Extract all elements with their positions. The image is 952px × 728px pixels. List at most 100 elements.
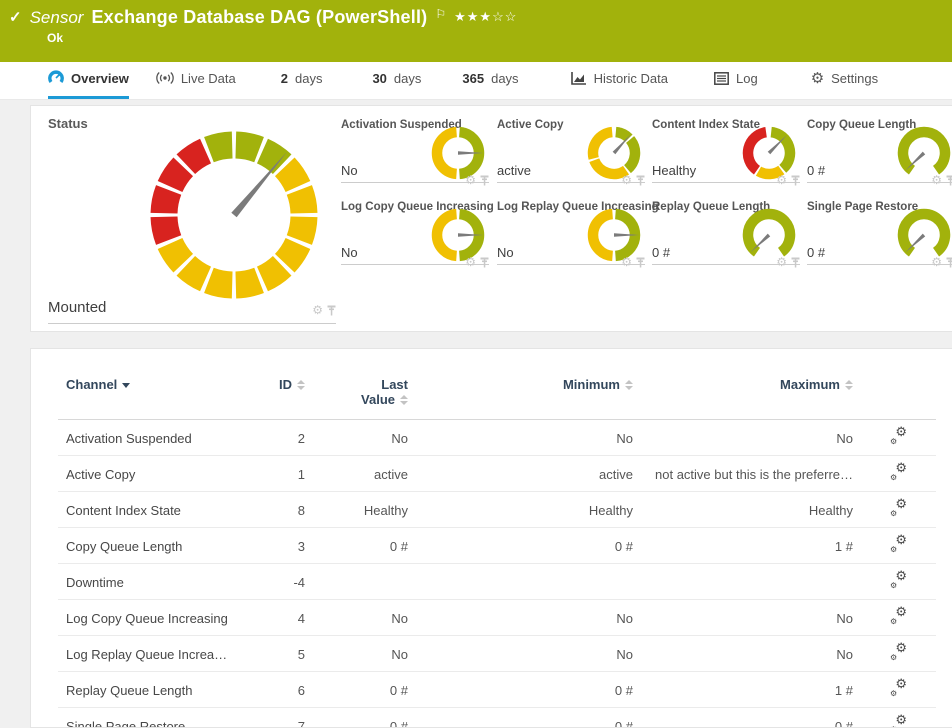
cell-last: Healthy: [313, 492, 416, 528]
channel-settings-icon[interactable]: ⚙⚙: [890, 609, 907, 624]
cell-max: No: [641, 636, 861, 672]
cell-min: 0 #: [416, 528, 641, 564]
cell-min: No: [416, 420, 641, 456]
cell-id: 3: [263, 528, 313, 564]
cell-actions: ⚙⚙: [861, 456, 936, 492]
tab-log[interactable]: Log: [714, 62, 758, 99]
cell-actions: ⚙⚙: [861, 492, 936, 528]
tab-historic-data[interactable]: Historic Data: [571, 62, 668, 99]
cell-id: 8: [263, 492, 313, 528]
table-row: Copy Queue Length30 #0 #1 #⚙⚙: [58, 528, 936, 564]
pin-icon[interactable]: [480, 175, 489, 186]
channel-settings-icon[interactable]: ⚙⚙: [890, 645, 907, 660]
cell-actions: ⚙⚙: [861, 528, 936, 564]
cell-channel[interactable]: Content Index State: [58, 492, 263, 528]
cell-id: 7: [263, 708, 313, 728]
cell-last: active: [313, 456, 416, 492]
tab-live-data[interactable]: Live Data: [156, 62, 236, 99]
pin-icon[interactable]: [946, 257, 952, 268]
gear-icon[interactable]: ⚙: [312, 304, 323, 316]
tile-actions: ⚙: [776, 174, 800, 186]
channel-settings-icon[interactable]: ⚙⚙: [890, 429, 907, 444]
tab-30-days[interactable]: 30days: [372, 62, 421, 99]
cell-last: 0 #: [313, 708, 416, 728]
gear-icon[interactable]: ⚙: [465, 174, 476, 186]
pin-icon[interactable]: [480, 257, 489, 268]
gauge-tile-copy-queue-length: Copy Queue Length0 #⚙: [807, 119, 952, 183]
cell-max: [641, 564, 861, 600]
column-header-id[interactable]: ID: [263, 363, 313, 420]
cell-channel[interactable]: Active Copy: [58, 456, 263, 492]
table-row: Active Copy1activeactivenot active but t…: [58, 456, 936, 492]
gear-icon[interactable]: ⚙: [621, 174, 632, 186]
pin-icon[interactable]: [791, 175, 800, 186]
cell-max: not active but this is the preferre…: [641, 456, 861, 492]
gear-icon[interactable]: ⚙: [621, 256, 632, 268]
cell-last: 0 #: [313, 528, 416, 564]
gear-icon[interactable]: ⚙: [931, 174, 942, 186]
status-gauge-title: Status: [48, 116, 88, 131]
channel-settings-icon[interactable]: ⚙⚙: [890, 717, 907, 728]
object-kind-label: Sensor: [30, 8, 84, 28]
cell-min: Healthy: [416, 492, 641, 528]
gear-icon[interactable]: ⚙: [776, 174, 787, 186]
table-row: Single Page Restore70 #0 #0 #⚙⚙: [58, 708, 936, 728]
tile-actions: ⚙: [776, 256, 800, 268]
cell-channel[interactable]: Downtime: [58, 564, 263, 600]
cell-channel[interactable]: Copy Queue Length: [58, 528, 263, 564]
pin-icon[interactable]: [791, 257, 800, 268]
column-header-max[interactable]: Maximum: [641, 363, 861, 420]
gauge-tile-log-copy-queue-increasing: Log Copy Queue IncreasingNo⚙: [341, 201, 489, 265]
cell-channel[interactable]: Activation Suspended: [58, 420, 263, 456]
channel-settings-icon[interactable]: ⚙⚙: [890, 573, 907, 588]
tab-2-days[interactable]: 2days: [281, 62, 323, 99]
pin-icon[interactable]: [636, 175, 645, 186]
table-row: Log Copy Queue Increasing4NoNoNo⚙⚙: [58, 600, 936, 636]
table-row: Content Index State8HealthyHealthyHealth…: [58, 492, 936, 528]
table-row: Replay Queue Length60 #0 #1 #⚙⚙: [58, 672, 936, 708]
gauge-tile-active-copy: Active Copyactive⚙: [497, 119, 645, 183]
tile-actions: ⚙: [931, 174, 952, 186]
cell-channel[interactable]: Log Replay Queue Increa…: [58, 636, 263, 672]
tile-value: No: [497, 245, 514, 260]
table-row: Log Replay Queue Increa…5NoNoNo⚙⚙: [58, 636, 936, 672]
cell-max: Healthy: [641, 492, 861, 528]
chart-icon: [571, 71, 587, 85]
tab-365-days[interactable]: 365days: [462, 62, 518, 99]
cell-id: 1: [263, 456, 313, 492]
column-header-min[interactable]: Minimum: [416, 363, 641, 420]
flag-icon[interactable]: ⚐: [435, 7, 446, 21]
cell-channel[interactable]: Log Copy Queue Increasing: [58, 600, 263, 636]
gear-icon[interactable]: ⚙: [931, 256, 942, 268]
tile-value: active: [497, 163, 531, 178]
gauge-tile-log-replay-queue-increasing: Log Replay Queue IncreasingNo⚙: [497, 201, 645, 265]
gauge-tile-activation-suspended: Activation SuspendedNo⚙: [341, 119, 489, 183]
column-header-last[interactable]: Last Value: [313, 363, 416, 420]
gear-icon[interactable]: ⚙: [776, 256, 787, 268]
pin-icon[interactable]: [946, 175, 952, 186]
cell-actions: ⚙⚙: [861, 708, 936, 728]
cell-channel[interactable]: Single Page Restore: [58, 708, 263, 728]
channel-settings-icon[interactable]: ⚙⚙: [890, 537, 907, 552]
cell-last: No: [313, 636, 416, 672]
tile-value: Healthy: [652, 163, 696, 178]
cell-channel[interactable]: Replay Queue Length: [58, 672, 263, 708]
channel-settings-icon[interactable]: ⚙⚙: [890, 465, 907, 480]
cell-max: 1 #: [641, 672, 861, 708]
cell-min: 0 #: [416, 672, 641, 708]
column-header-channel[interactable]: Channel: [58, 363, 263, 420]
channel-settings-icon[interactable]: ⚙⚙: [890, 681, 907, 696]
tab-settings[interactable]: ⚙Settings: [811, 62, 878, 99]
status-badge: Ok: [47, 31, 942, 45]
pin-icon[interactable]: [636, 257, 645, 268]
pin-icon[interactable]: [327, 305, 336, 316]
broadcast-icon: [156, 71, 174, 85]
column-header-gear: [861, 363, 936, 420]
table-row: Downtime-4⚙⚙: [58, 564, 936, 600]
sort-toggle-icon: [400, 395, 408, 405]
cell-max: 0 #: [641, 708, 861, 728]
tab-overview[interactable]: Overview: [48, 62, 129, 99]
star-rating[interactable]: ★★★☆☆: [454, 9, 517, 25]
gear-icon[interactable]: ⚙: [465, 256, 476, 268]
channel-settings-icon[interactable]: ⚙⚙: [890, 501, 907, 516]
